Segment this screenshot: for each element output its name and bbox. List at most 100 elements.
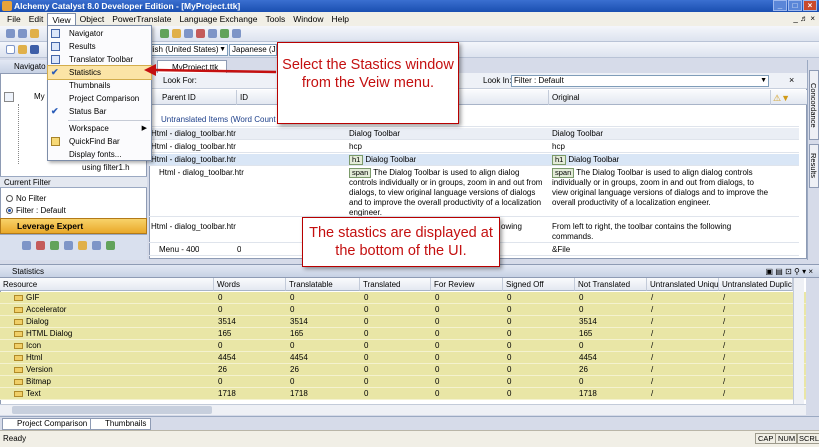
stats-cell: 0 — [435, 365, 440, 374]
menu-window[interactable]: Window — [289, 12, 327, 26]
view-menu-status-bar[interactable]: ✔ Status Bar — [48, 105, 151, 118]
tool-icon[interactable] — [232, 29, 241, 38]
save-icon[interactable] — [30, 45, 39, 54]
scroll-thumb[interactable] — [12, 406, 212, 414]
tool-icon[interactable] — [172, 29, 181, 38]
stats-col-for-review[interactable]: For Review — [431, 278, 503, 291]
stats-row[interactable]: Icon 0 0 0 0 0 0 / / — [0, 340, 806, 352]
stats-row[interactable]: Accelerator 0 0 0 0 0 0 / / — [0, 304, 806, 316]
col-original[interactable]: Original — [549, 90, 771, 105]
view-menu-thumbnails[interactable]: Thumbnails — [48, 79, 151, 92]
close-search-icon[interactable]: × — [789, 75, 794, 85]
menu-tools[interactable]: Tools — [261, 12, 289, 26]
stats-row[interactable]: HTML Dialog 165 165 0 0 0 165 / / — [0, 328, 806, 340]
expert-icon[interactable] — [78, 241, 87, 250]
stats-col-words[interactable]: Words — [214, 278, 286, 291]
new-icon[interactable] — [6, 45, 15, 54]
menu-file[interactable]: File — [3, 12, 25, 26]
refresh-icon[interactable] — [30, 29, 39, 38]
tree-root[interactable]: My — [34, 92, 45, 101]
view-menu-quickfind-bar[interactable]: QuickFind Bar — [48, 135, 151, 148]
stats-cell: / — [723, 377, 726, 386]
menu-powertranslate[interactable]: PowerTranslate — [108, 12, 175, 26]
view-menu-display-fonts[interactable]: Display fonts... — [48, 148, 151, 161]
tool-icon[interactable] — [184, 29, 193, 38]
menu-help[interactable]: Help — [328, 12, 353, 26]
tree-child-item[interactable]: using filter1.h — [82, 163, 130, 172]
navigator-title: Navigato — [14, 62, 46, 71]
close-button[interactable]: × — [803, 0, 817, 11]
view-menu-statistics[interactable]: ✔ Statistics — [47, 65, 152, 80]
stats-cell: 0 — [364, 353, 369, 362]
open-icon[interactable] — [18, 45, 27, 54]
expert-icon[interactable] — [106, 241, 115, 250]
statistics-close-icon[interactable]: ▣ ▤ ⊡ ⚲ ▾ × — [766, 265, 813, 279]
tool-icon[interactable] — [220, 29, 229, 38]
no-filter-radio[interactable]: No Filter — [6, 194, 46, 203]
tool-icon[interactable] — [160, 29, 169, 38]
stats-row[interactable]: Text 1718 1718 0 0 0 1718 / / — [0, 388, 806, 400]
mdi-controls[interactable]: _ ♬ × — [793, 12, 815, 26]
source-language-select[interactable]: lish (United States) ▼ — [148, 44, 228, 56]
stats-row[interactable]: Dialog 3514 3514 0 0 0 3514 / / — [0, 316, 806, 328]
view-menu-results[interactable]: Results — [48, 40, 151, 53]
group-row[interactable]: Untranslated Items (Word Count : 1 — [149, 114, 799, 127]
expert-icon[interactable] — [50, 241, 59, 250]
stats-col-signed-off[interactable]: Signed Off — [503, 278, 575, 291]
table-row[interactable]: Html - dialog_toolbar.htr h1 Dialog Toolb… — [149, 154, 799, 166]
view-menu-label: Project Comparison — [69, 94, 140, 103]
menu-edit[interactable]: Edit — [25, 12, 48, 26]
stats-col-translated[interactable]: Translated — [360, 278, 431, 291]
stats-col-resource[interactable]: Resource — [0, 278, 214, 291]
minimize-button[interactable]: _ — [773, 0, 787, 11]
table-row[interactable]: Html - dialog_toolbar.htr Dialog Toolbar… — [149, 128, 799, 140]
view-menu-project-comparison[interactable]: Project Comparison — [48, 92, 151, 105]
tree-expand-icon[interactable] — [4, 92, 14, 102]
stats-col-untranslated-duplicates[interactable]: Untranslated Duplic... — [719, 278, 793, 291]
stats-vertical-scrollbar[interactable] — [793, 278, 804, 404]
stats-cell-resource: Text — [14, 388, 41, 400]
menu-language-exchange[interactable]: Language Exchange — [175, 12, 261, 26]
row-original: &File — [552, 245, 571, 254]
target-language-select[interactable]: Japanese (Japa — [229, 44, 277, 56]
stats-col-not-translated[interactable]: Not Translated — [575, 278, 647, 291]
tab-results[interactable]: Results — [809, 144, 819, 188]
stats-cell: 0 — [364, 329, 369, 338]
menu-view[interactable]: View — [47, 12, 76, 26]
stats-horizontal-scrollbar[interactable] — [0, 404, 806, 415]
stats-col-untranslated-uniques[interactable]: Untranslated Uniques — [647, 278, 719, 291]
expert-icon[interactable] — [64, 241, 73, 250]
tool-icon[interactable] — [208, 29, 217, 38]
expert-icon[interactable] — [36, 241, 45, 250]
stats-row[interactable]: GIF 0 0 0 0 0 0 / / — [0, 292, 806, 304]
table-row[interactable]: Html - dialog_toolbar.htr hcp hcp — [149, 141, 799, 153]
stats-row[interactable]: Version 26 26 0 0 0 26 / / — [0, 364, 806, 376]
view-menu-workspace[interactable]: Workspace ▶ — [48, 122, 151, 135]
status-bar: Ready CAP NUM SCRL — [0, 430, 819, 447]
col-parent-id[interactable]: Parent ID — [159, 90, 237, 105]
expert-icon[interactable] — [22, 241, 31, 250]
stats-row[interactable]: Bitmap 0 0 0 0 0 0 / / — [0, 376, 806, 388]
view-menu-translator-toolbar[interactable]: Translator Toolbar — [48, 53, 151, 66]
table-row[interactable]: Html - dialog_toolbar.htr span The Dialog… — [149, 167, 799, 217]
stats-row[interactable]: Html 4454 4454 0 0 0 4454 / / — [0, 352, 806, 364]
maximize-button[interactable]: □ — [788, 0, 802, 11]
tab-thumbnails[interactable]: Thumbnails — [90, 418, 152, 430]
redo-icon[interactable] — [18, 29, 27, 38]
leverage-expert-button[interactable]: Leverage Expert — [0, 218, 147, 234]
default-filter-radio[interactable]: Filter : Default — [6, 206, 66, 215]
stats-col-translatable[interactable]: Translatable — [286, 278, 360, 291]
tool-icon[interactable] — [196, 29, 205, 38]
view-menu-navigator[interactable]: Navigator — [48, 27, 151, 40]
look-in-select[interactable]: Filter : Default ▼ — [511, 75, 769, 87]
expert-icon[interactable] — [92, 241, 101, 250]
stats-cell: 0 — [579, 293, 584, 302]
tab-project-comparison[interactable]: Project Comparison — [2, 418, 93, 430]
stats-cell: 3514 — [579, 317, 597, 326]
right-dock: Concordance Results — [807, 60, 819, 260]
menu-object[interactable]: Object — [76, 12, 109, 26]
row-parent: Html - dialog_toolbar.htr — [151, 155, 236, 164]
undo-icon[interactable] — [6, 29, 15, 38]
tab-concordance[interactable]: Concordance — [809, 70, 819, 140]
current-filter-header: Current Filter — [0, 176, 147, 188]
